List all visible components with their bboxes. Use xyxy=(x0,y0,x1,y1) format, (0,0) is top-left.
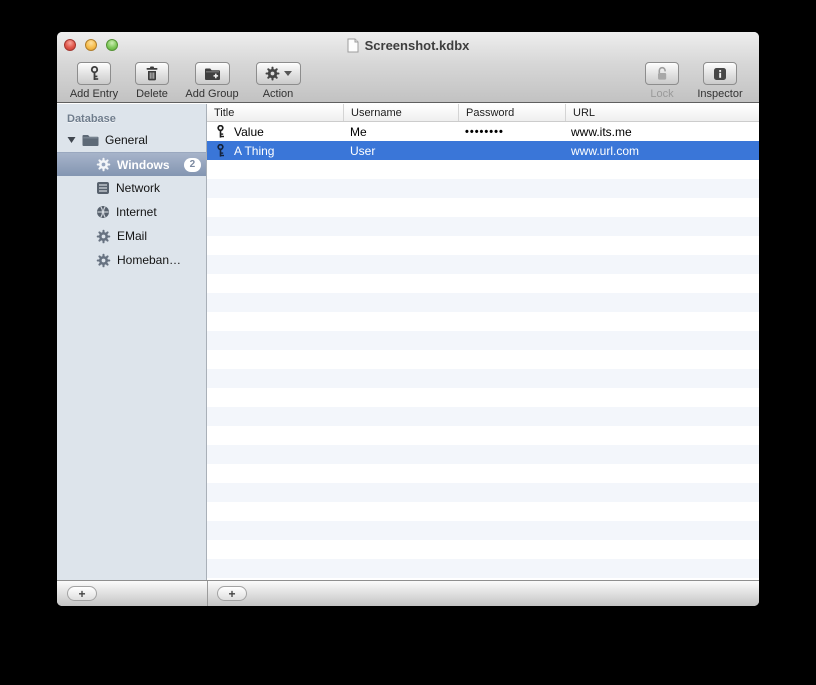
sidebar-item-homebanking[interactable]: Homeban… xyxy=(57,248,206,272)
document-icon xyxy=(347,38,359,53)
folder-icon xyxy=(82,134,99,147)
entry-username: Me xyxy=(350,124,367,139)
entry-url: www.its.me xyxy=(571,124,632,139)
dropdown-arrow-icon xyxy=(283,71,292,76)
sidebar-item-label: Homeban… xyxy=(117,253,182,267)
window-title-area: Screenshot.kdbx xyxy=(57,32,759,58)
bottom-bar: + + xyxy=(57,580,759,606)
column-header-title[interactable]: Title xyxy=(207,104,344,121)
toolbar: Add Entry Delete Add Group Action Lock I… xyxy=(57,58,759,103)
entry-password: •••••••• xyxy=(465,125,504,138)
group-sidebar: Database General Windows 2 Network Inter… xyxy=(57,104,207,580)
network-icon xyxy=(96,181,110,195)
info-icon xyxy=(713,67,727,81)
trash-icon xyxy=(145,66,159,81)
app-window: Screenshot.kdbx Add Entry Delete Add Gro… xyxy=(57,32,759,606)
entry-title: Value xyxy=(234,124,264,139)
unlock-icon xyxy=(655,66,669,81)
entry-username: User xyxy=(350,143,376,158)
sidebar-item-internet[interactable]: Internet xyxy=(57,200,206,224)
action-label: Action xyxy=(262,88,294,100)
table-header: Title Username Password URL xyxy=(207,104,759,122)
bottom-bar-divider xyxy=(207,581,208,606)
delete-button[interactable]: Delete xyxy=(129,62,175,100)
key-icon xyxy=(88,66,101,81)
key-icon xyxy=(215,144,226,157)
window-title: Screenshot.kdbx xyxy=(364,37,470,53)
disclosure-triangle-icon[interactable] xyxy=(67,136,76,144)
sidebar-item-label: Internet xyxy=(116,205,157,219)
globe-icon xyxy=(96,205,110,219)
sidebar-section-header: Database xyxy=(67,113,116,125)
sidebar-item-label: General xyxy=(105,133,148,147)
add-group-plus-button[interactable]: + xyxy=(67,586,97,601)
sidebar-item-windows[interactable]: Windows 2 xyxy=(57,152,206,176)
add-entry-label: Add Entry xyxy=(69,88,119,100)
sidebar-item-label: EMail xyxy=(117,229,148,243)
table-row[interactable]: Value Me •••••••• www.its.me xyxy=(207,122,759,141)
add-entry-button[interactable]: Add Entry xyxy=(65,62,123,100)
table-row-selected[interactable]: A Thing User www.url.com xyxy=(207,141,759,160)
column-header-username[interactable]: Username xyxy=(344,104,459,121)
inspector-label: Inspector xyxy=(697,88,743,100)
entry-title: A Thing xyxy=(234,143,275,158)
column-header-url[interactable]: URL xyxy=(566,104,759,121)
sidebar-item-label: Windows xyxy=(117,157,170,172)
gear-icon xyxy=(96,157,111,172)
gear-icon xyxy=(265,66,280,81)
add-group-button[interactable]: Add Group xyxy=(181,62,243,100)
delete-label: Delete xyxy=(136,88,168,100)
titlebar[interactable]: Screenshot.kdbx xyxy=(57,32,759,58)
column-header-password[interactable]: Password xyxy=(459,104,566,121)
lock-label: Lock xyxy=(650,88,674,100)
window-chrome: Screenshot.kdbx Add Entry Delete Add Gro… xyxy=(57,32,759,103)
sidebar-item-email[interactable]: EMail xyxy=(57,224,206,248)
table-body[interactable]: Value Me •••••••• www.its.me A Thing Use… xyxy=(207,122,759,580)
action-button[interactable]: Action xyxy=(253,62,303,100)
add-group-label: Add Group xyxy=(185,88,239,100)
folder-add-icon xyxy=(204,67,221,81)
sidebar-item-label: Network xyxy=(116,181,161,195)
key-icon xyxy=(215,125,226,138)
gear-icon xyxy=(96,229,111,244)
sidebar-item-network[interactable]: Network xyxy=(57,176,206,200)
entry-count-badge: 2 xyxy=(183,157,202,172)
inspector-button[interactable]: Inspector xyxy=(691,62,749,100)
entry-url: www.url.com xyxy=(571,143,640,158)
gear-icon xyxy=(96,253,111,268)
sidebar-item-general[interactable]: General xyxy=(57,128,206,152)
lock-button[interactable]: Lock xyxy=(641,62,683,100)
entry-table: Title Username Password URL Value Me •••… xyxy=(207,104,759,580)
add-entry-plus-button[interactable]: + xyxy=(217,586,247,601)
content-area: Database General Windows 2 Network Inter… xyxy=(57,104,759,580)
